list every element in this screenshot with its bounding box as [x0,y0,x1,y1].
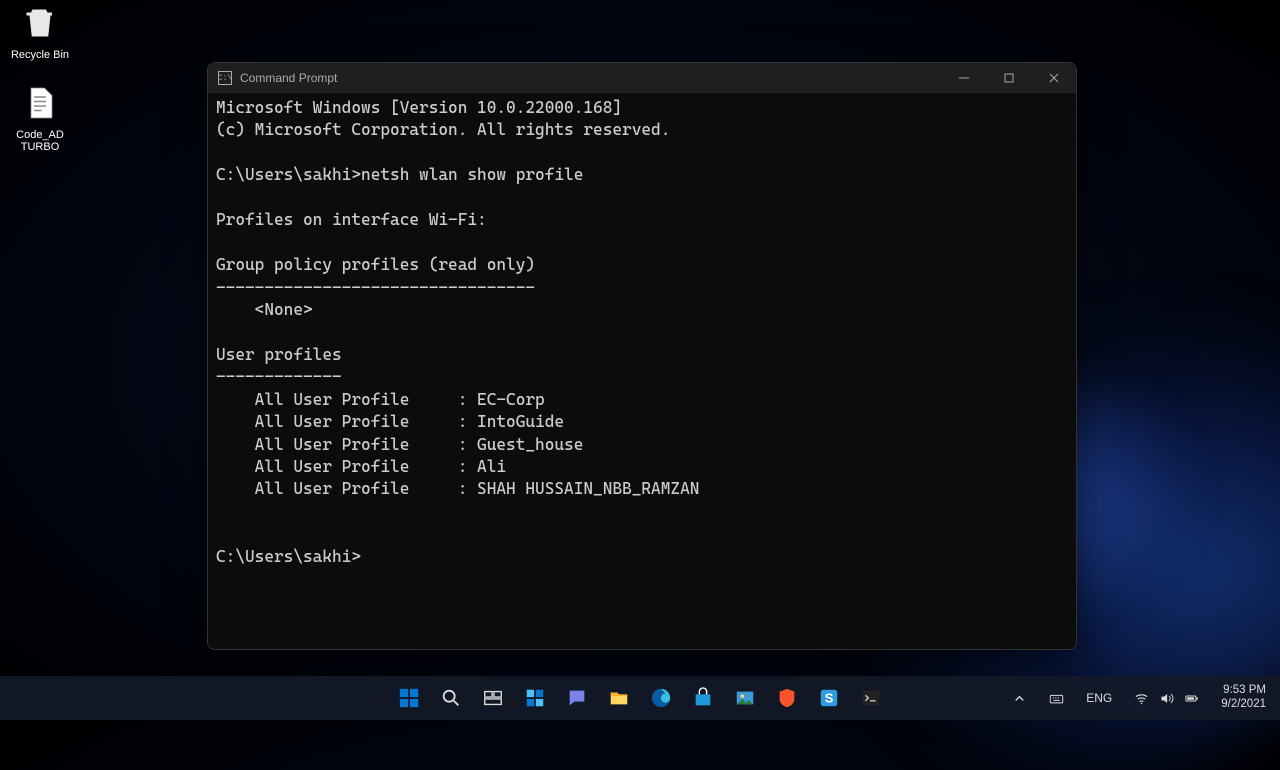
keyboard-icon [1049,691,1064,706]
svg-text:S: S [825,691,834,706]
network-volume-battery[interactable] [1126,687,1207,710]
snagit-button[interactable]: S [810,679,848,717]
taskbar-center: S [390,679,890,717]
wifi-icon [1134,691,1149,706]
battery-icon [1184,691,1199,706]
recycle-bin[interactable]: Recycle Bin [5,5,75,61]
file-explorer-button[interactable] [600,679,638,717]
desktop-file-code-ad-turbo[interactable]: Code_AD TURBO [5,85,75,153]
window-title: Command Prompt [240,71,941,85]
titlebar[interactable]: C:\ Command Prompt [208,63,1076,93]
text-file-icon [22,85,58,125]
system-tray: ENG 9:53 PM 9/2/2021 [1004,682,1274,714]
command-prompt-icon: C:\ [218,71,232,85]
minimize-button[interactable] [941,63,986,93]
command-prompt-window: C:\ Command Prompt Microsoft Windows [Ve… [207,62,1077,650]
terminal-output[interactable]: Microsoft Windows [Version 10.0.22000.16… [208,93,1076,649]
search-button[interactable] [432,679,470,717]
volume-icon [1159,691,1174,706]
start-button[interactable] [390,679,428,717]
brave-button[interactable] [768,679,806,717]
task-view-button[interactable] [474,679,512,717]
recycle-bin-label: Recycle Bin [11,49,69,61]
widgets-button[interactable] [516,679,554,717]
chevron-up-icon [1012,691,1027,706]
recycle-bin-icon [22,5,58,45]
tray-overflow[interactable] [1004,687,1035,710]
store-button[interactable] [684,679,722,717]
keyboard-indicator[interactable] [1041,687,1072,710]
chat-button[interactable] [558,679,596,717]
edge-button[interactable] [642,679,680,717]
photos-button[interactable] [726,679,764,717]
maximize-button[interactable] [986,63,1031,93]
language-indicator[interactable]: ENG [1078,687,1120,709]
close-button[interactable] [1031,63,1076,93]
desktop-file-label: Code_AD TURBO [5,129,75,153]
clock-date: 9/2/2021 [1221,698,1266,712]
taskbar: S ENG 9:53 PM 9/2/2021 [0,676,1280,720]
clock[interactable]: 9:53 PM 9/2/2021 [1213,682,1274,714]
terminal-button[interactable] [852,679,890,717]
clock-time: 9:53 PM [1221,684,1266,698]
